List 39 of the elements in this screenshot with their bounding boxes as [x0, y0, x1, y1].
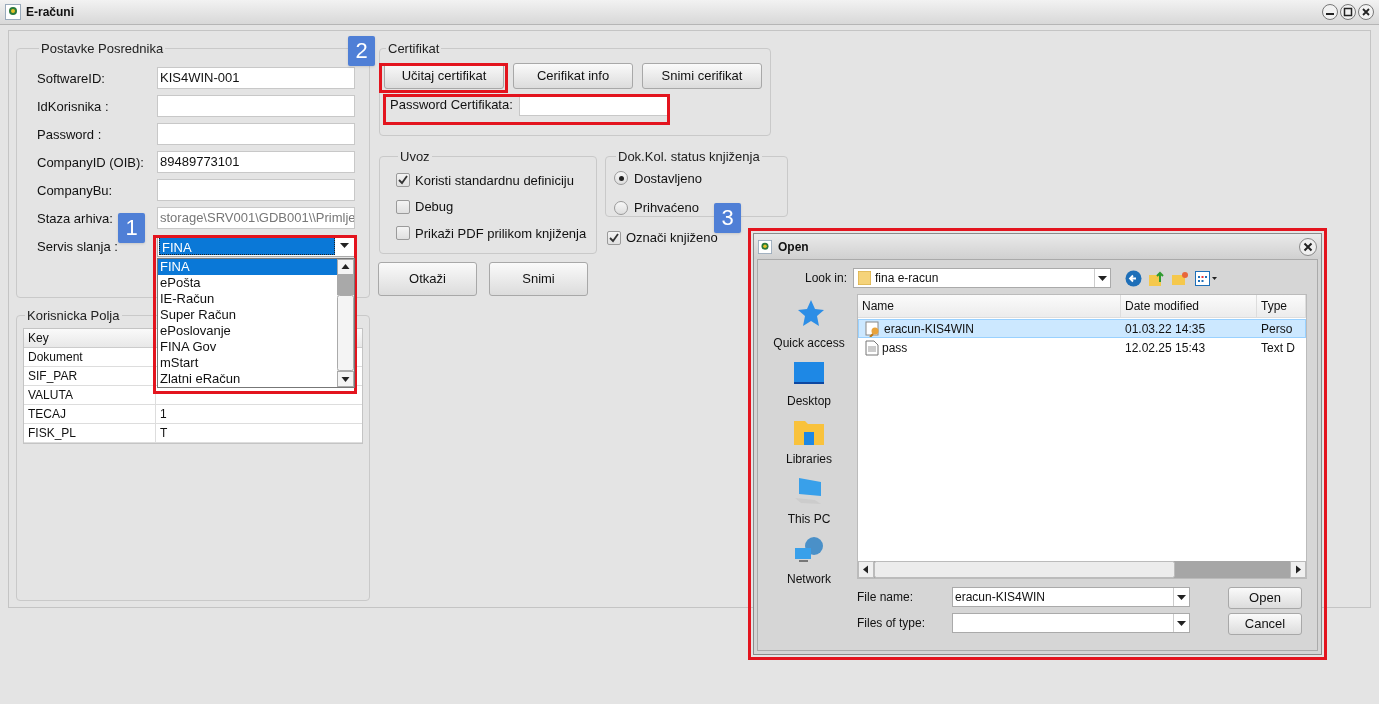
- field-label: Files of type:: [857, 615, 927, 632]
- window-title: E-računi: [26, 4, 74, 21]
- number-badge: 2: [348, 36, 375, 66]
- table-cell-text: 1: [159, 405, 168, 423]
- field-label: Password Certifikata:: [390, 95, 513, 114]
- table-cell: TECAJ: [24, 404, 156, 423]
- file-date: 12.02.25 15:43: [1124, 339, 1207, 357]
- group-title: Uvoz: [399, 148, 431, 166]
- field-label: Password :: [37, 126, 102, 142]
- field-label: CompanyBu:: [37, 182, 113, 198]
- checkbox-label: Koristi standardnu definiciju: [415, 171, 574, 190]
- field-label: Staza arhiva:: [37, 210, 113, 226]
- field-label: IdKorisnika :: [37, 98, 109, 114]
- checkbox-label: Debug: [415, 198, 454, 216]
- table-cell: Dokument: [24, 347, 156, 366]
- dialog-title: Open: [778, 238, 809, 256]
- radio-label: Prihvaćeno: [634, 199, 700, 217]
- file-name: eracun-KIS4WIN: [884, 320, 975, 338]
- field-label: File name:: [857, 589, 915, 606]
- checkbox-label: Prikaži PDF prilikom knjiženja: [415, 224, 587, 243]
- field-label: SoftwareID:: [37, 70, 105, 86]
- file-type: Perso: [1260, 320, 1293, 338]
- file-name: pass: [882, 339, 908, 357]
- field-label: CompanyID (OIB):: [37, 154, 144, 170]
- group-title: Korisnicka Polja: [26, 307, 121, 325]
- field-label: Servis slanja :: [37, 238, 118, 254]
- number-badge: 1: [118, 213, 145, 243]
- group-title: Dok.Kol. status knjiženja: [617, 148, 761, 166]
- table-cell: FISK_PL: [24, 423, 156, 442]
- radio-label: Dostavljeno: [634, 169, 702, 188]
- file-date: 01.03.22 14:35: [1124, 320, 1207, 338]
- number-badge: 3: [714, 203, 741, 233]
- file-type: Text D: [1260, 339, 1295, 357]
- group-title: Certifikat: [387, 40, 441, 58]
- group-title: Postavke Posrednika: [40, 40, 165, 58]
- field-label: Look in:: [803, 270, 848, 287]
- table-cell-text: T: [159, 424, 169, 442]
- table-cell: SIF_PAR: [24, 366, 156, 385]
- table-cell: VALUTA: [24, 385, 156, 404]
